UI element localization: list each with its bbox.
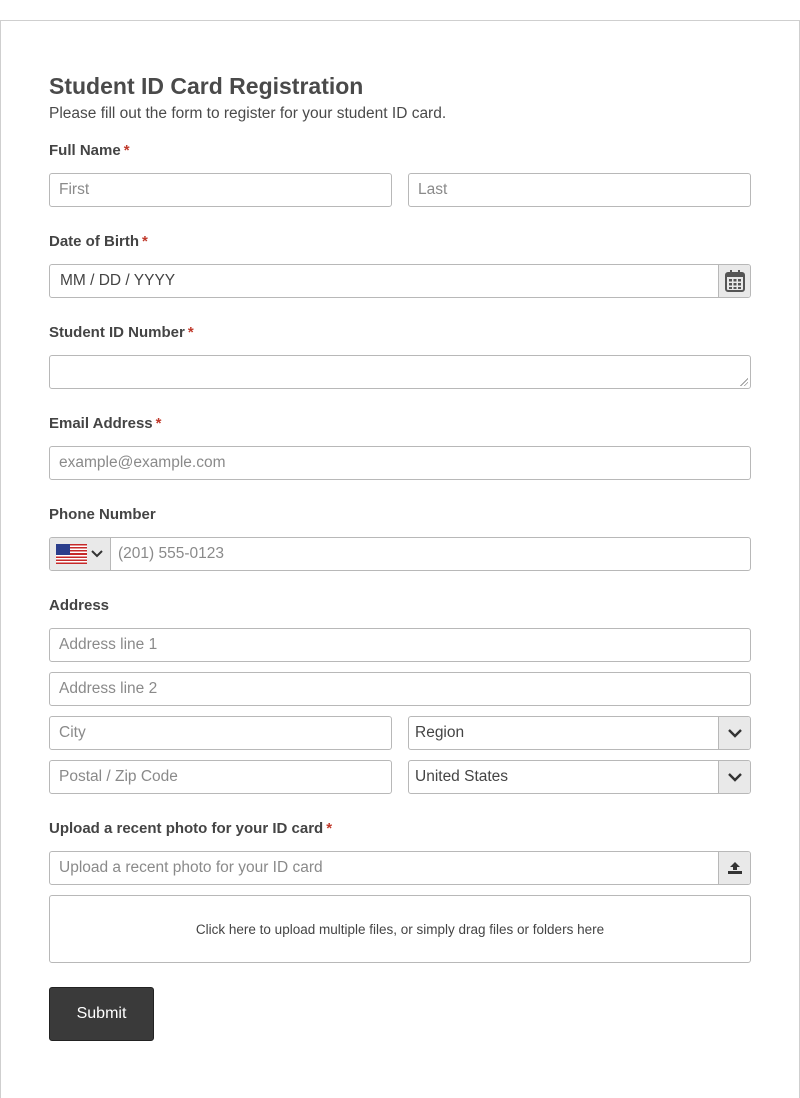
chevron-down-icon (91, 550, 103, 558)
upload-input[interactable]: Upload a recent photo for your ID card (49, 851, 751, 885)
region-dropdown-button[interactable] (718, 717, 750, 749)
submit-button[interactable]: Submit (49, 987, 154, 1041)
phone-input[interactable]: (201) 555-0123 (49, 537, 751, 571)
upload-icon (727, 862, 742, 874)
last-name-input[interactable]: Last (408, 173, 751, 207)
country-code-select[interactable] (50, 538, 111, 570)
first-name-input[interactable]: First (49, 173, 392, 207)
required-mark: * (142, 233, 148, 250)
upload-button[interactable] (718, 852, 750, 884)
calendar-icon (724, 270, 745, 292)
upload-label: Upload a recent photo for your ID card * (49, 820, 333, 837)
chevron-down-icon (727, 728, 742, 738)
dob-input[interactable]: MM / DD / YYYY (49, 264, 751, 298)
postal-code-input[interactable]: Postal / Zip Code (49, 760, 392, 794)
address-label: Address (49, 597, 110, 614)
calendar-button[interactable] (718, 265, 750, 297)
country-dropdown-button[interactable] (718, 761, 750, 793)
phone-placeholder: (201) 555-0123 (118, 545, 224, 562)
email-label: Email Address * (49, 415, 162, 432)
resize-handle-icon[interactable] (740, 378, 748, 386)
dropzone-text: Click here to upload multiple files, or … (195, 921, 605, 937)
student-id-label: Student ID Number * (49, 324, 194, 341)
form-description: Please fill out the form to register for… (49, 105, 447, 122)
address-line1-input[interactable]: Address line 1 (49, 628, 751, 662)
required-mark: * (123, 142, 130, 159)
required-mark: * (187, 324, 194, 341)
address-line2-input[interactable]: Address line 2 (49, 672, 751, 706)
student-id-textarea[interactable] (49, 355, 751, 389)
page-title: Student ID Card Registration (49, 73, 364, 99)
city-input[interactable]: City (49, 716, 392, 750)
chevron-down-icon (727, 772, 742, 782)
region-select[interactable]: Region (408, 716, 751, 750)
dob-label: Date of Birth * (49, 233, 148, 250)
required-mark: * (155, 415, 162, 432)
phone-label: Phone Number (49, 506, 156, 523)
required-mark: * (326, 820, 333, 837)
email-input[interactable]: example@example.com (49, 446, 751, 480)
country-select[interactable]: United States (408, 760, 751, 794)
us-flag-icon (56, 544, 87, 564)
file-dropzone[interactable]: Click here to upload multiple files, or … (49, 895, 751, 963)
full-name-label: Full Name * (49, 142, 130, 159)
